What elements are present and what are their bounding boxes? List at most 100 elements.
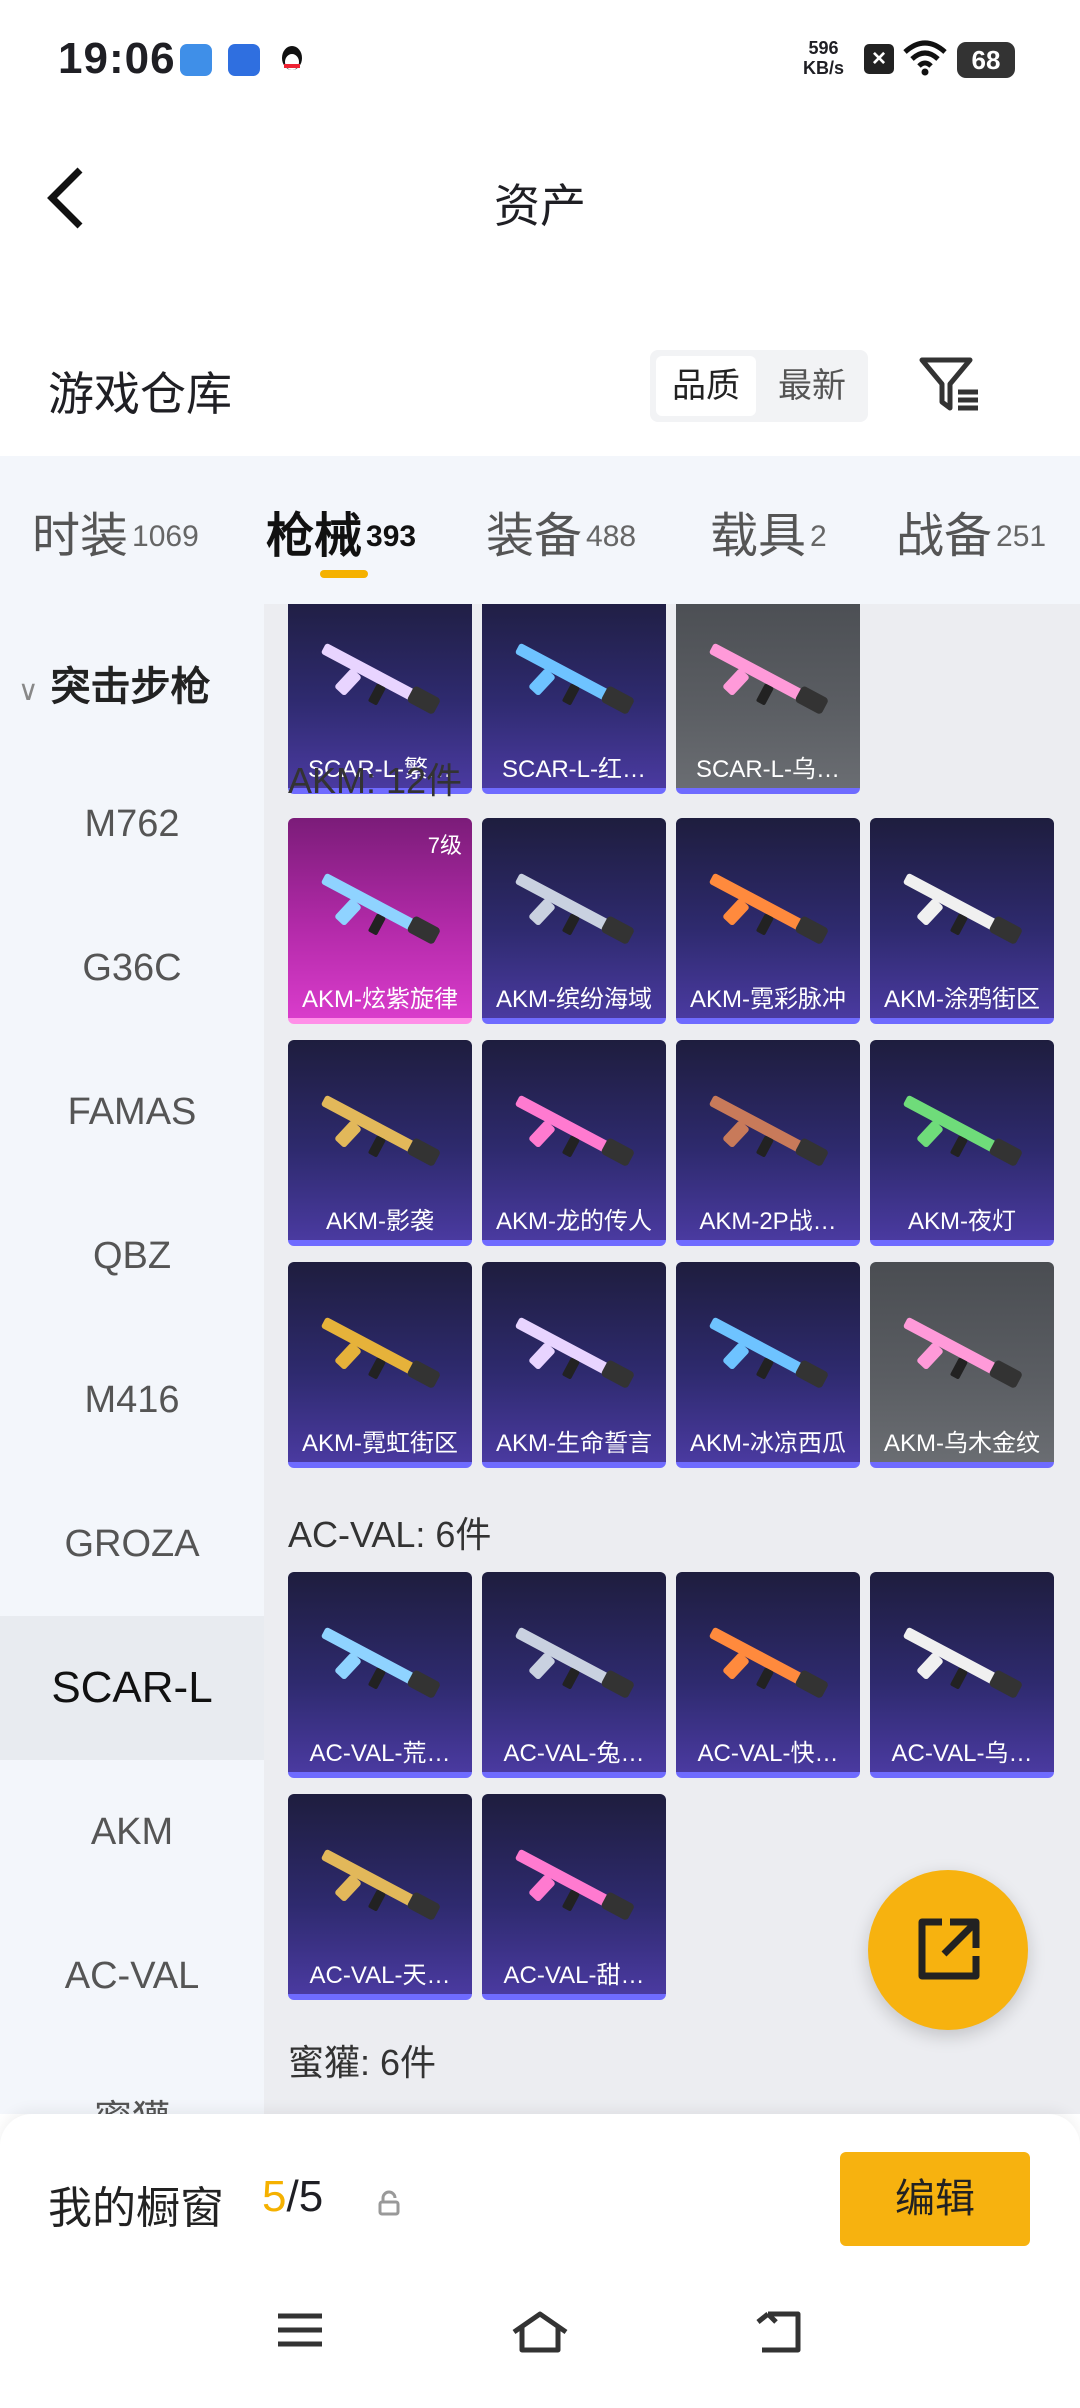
sort-newest-button[interactable]: 最新 xyxy=(762,356,862,416)
sidebar-item-g36c[interactable]: G36C xyxy=(0,896,264,1040)
skin-card[interactable]: AKM-涂鸦街区 xyxy=(870,818,1054,1024)
sort-toggle[interactable]: 品质 最新 xyxy=(650,350,868,422)
speed-value: 596 xyxy=(808,38,839,58)
sidebar-item-qbz[interactable]: QBZ xyxy=(0,1184,264,1328)
back-nav-button[interactable] xyxy=(754,2310,804,2359)
filter-button[interactable] xyxy=(918,356,982,416)
sidebar-item-ac-val[interactable]: AC-VAL xyxy=(0,1904,264,2048)
rifle-icon xyxy=(903,873,1022,944)
skin-card[interactable]: AKM-霓彩脉冲 xyxy=(676,818,860,1024)
rifle-icon xyxy=(515,1317,634,1388)
wifi-icon xyxy=(902,40,948,76)
tab-vehicles[interactable]: 载具 2 xyxy=(710,496,827,566)
skin-name: AKM-生命誓言 xyxy=(496,1430,652,1457)
skin-card[interactable]: AC-VAL-乌… xyxy=(870,1572,1054,1778)
rifle-icon xyxy=(321,1095,440,1166)
filter-icon xyxy=(919,357,978,411)
rifle-skin-image xyxy=(892,1612,1032,1712)
skin-card[interactable]: AKM-影袭 xyxy=(288,1040,472,1246)
tab-supplies[interactable]: 战备 251 xyxy=(896,496,1046,566)
skin-name: AKM-炫紫旋律 xyxy=(302,986,458,1013)
rifle-skin-image xyxy=(504,1612,644,1712)
skin-name: AC-VAL-荒… xyxy=(309,1740,451,1767)
skin-card[interactable]: AC-VAL-甜… xyxy=(482,1794,666,2000)
skin-name: AC-VAL-兔… xyxy=(503,1740,645,1767)
menu-nav-button[interactable] xyxy=(276,2310,324,2355)
skin-name: AKM-2P战… xyxy=(699,1208,837,1235)
status-bar: 19:06 596 KB/s × 68 xyxy=(0,0,1080,120)
sidebar-item-m416[interactable]: M416 xyxy=(0,1328,264,1472)
skin-card[interactable]: AKM-霓虹街区 xyxy=(288,1262,472,1468)
rifle-icon xyxy=(515,643,634,714)
rifle-skin-image xyxy=(698,628,838,728)
rifle-skin-image xyxy=(698,1080,838,1180)
skin-card[interactable]: AC-VAL-快… xyxy=(676,1572,860,1778)
tab-fashion[interactable]: 时装 1069 xyxy=(32,496,199,566)
skin-name: AKM-影袭 xyxy=(326,1208,434,1235)
skin-name: AC-VAL-快… xyxy=(697,1740,839,1767)
skin-card[interactable]: AKM-夜灯 xyxy=(870,1040,1054,1246)
rifle-icon xyxy=(709,1095,828,1166)
rifle-icon xyxy=(321,873,440,944)
sidebar-item-scar-l[interactable]: SCAR-L xyxy=(0,1616,264,1760)
share-button[interactable] xyxy=(868,1870,1028,2030)
app-notification-icon xyxy=(228,44,260,76)
rifle-skin-image xyxy=(310,1302,450,1402)
skin-card[interactable]: SCAR-L-红… xyxy=(482,604,666,794)
skin-card[interactable]: AKM-冰凉西瓜 xyxy=(676,1262,860,1468)
skin-card[interactable]: AKM-缤纷海域 xyxy=(482,818,666,1024)
section-title: 游戏仓库 xyxy=(48,368,232,420)
skin-card[interactable]: AC-VAL-荒… xyxy=(288,1572,472,1778)
skin-name: AC-VAL-天… xyxy=(309,1962,451,1989)
sidebar-item-famas[interactable]: FAMAS xyxy=(0,1040,264,1184)
skin-name: SCAR-L-红… xyxy=(501,756,646,783)
rifle-icon xyxy=(321,1627,440,1698)
tab-label: 战备 xyxy=(896,510,993,563)
skin-card[interactable]: AC-VAL-兔… xyxy=(482,1572,666,1778)
chevron-down-icon: ∨ xyxy=(18,675,39,706)
skin-name: AC-VAL-甜… xyxy=(503,1962,645,1989)
rifle-icon xyxy=(321,1849,440,1920)
rifle-icon xyxy=(515,1627,634,1698)
sidebar-item-honey-badger[interactable]: 蜜獾 xyxy=(0,2048,264,2114)
skin-card[interactable]: AKM-龙的传人 xyxy=(482,1040,666,1246)
rifle-skin-image xyxy=(310,628,450,728)
rifle-skin-image xyxy=(310,1612,450,1712)
sort-quality-button[interactable]: 品质 xyxy=(656,356,756,416)
rifle-skin-image xyxy=(504,628,644,728)
rifle-skin-image xyxy=(504,1834,644,1934)
showcase-label: 我的橱窗 xyxy=(48,2184,224,2233)
skin-card[interactable]: AC-VAL-天… xyxy=(288,1794,472,2000)
sidebar-group-assault-rifles[interactable]: ∨ 突击步枪 xyxy=(18,654,211,712)
group-title-ac-val: AC-VAL: 6件 xyxy=(288,1514,492,1555)
skin-card[interactable]: SCAR-L-乌… xyxy=(676,604,860,794)
rifle-skin-image xyxy=(310,1080,450,1180)
edit-button[interactable]: 编辑 xyxy=(840,2152,1030,2246)
qq-icon xyxy=(276,44,308,76)
tab-guns[interactable]: 枪械 393 xyxy=(266,496,416,566)
status-time: 19:06 xyxy=(58,34,176,83)
showcase-count-current: 5 xyxy=(262,2172,287,2221)
skin-card[interactable]: 7级 AKM-炫紫旋律 xyxy=(288,818,472,1024)
rifle-skin-image xyxy=(698,1612,838,1712)
external-link-icon xyxy=(918,1918,980,1980)
rifle-icon xyxy=(709,873,828,944)
skin-card[interactable]: AKM-生命誓言 xyxy=(482,1262,666,1468)
skin-card[interactable]: AKM-2P战… xyxy=(676,1040,860,1246)
sidebar-item-akm[interactable]: AKM xyxy=(0,1760,264,1904)
skin-name: AKM-龙的传人 xyxy=(496,1208,652,1235)
tab-label: 载具 xyxy=(710,510,807,563)
rifle-skin-image xyxy=(310,1834,450,1934)
home-nav-button[interactable] xyxy=(510,2310,570,2359)
tab-equipment[interactable]: 装备 488 xyxy=(486,496,636,566)
sidebar-item-groza[interactable]: GROZA xyxy=(0,1472,264,1616)
sidebar-item-m762[interactable]: M762 xyxy=(0,752,264,896)
rifle-icon xyxy=(709,1627,828,1698)
skin-name: SCAR-L-乌… xyxy=(695,756,840,783)
tab-count: 393 xyxy=(366,519,417,553)
rifle-skin-image xyxy=(892,858,1032,958)
tab-label: 时装 xyxy=(32,510,129,563)
skin-name: AC-VAL-乌… xyxy=(891,1740,1033,1767)
showcase-count: 5/5 xyxy=(262,2172,323,2222)
skin-card[interactable]: AKM-乌木金纹 xyxy=(870,1262,1054,1468)
